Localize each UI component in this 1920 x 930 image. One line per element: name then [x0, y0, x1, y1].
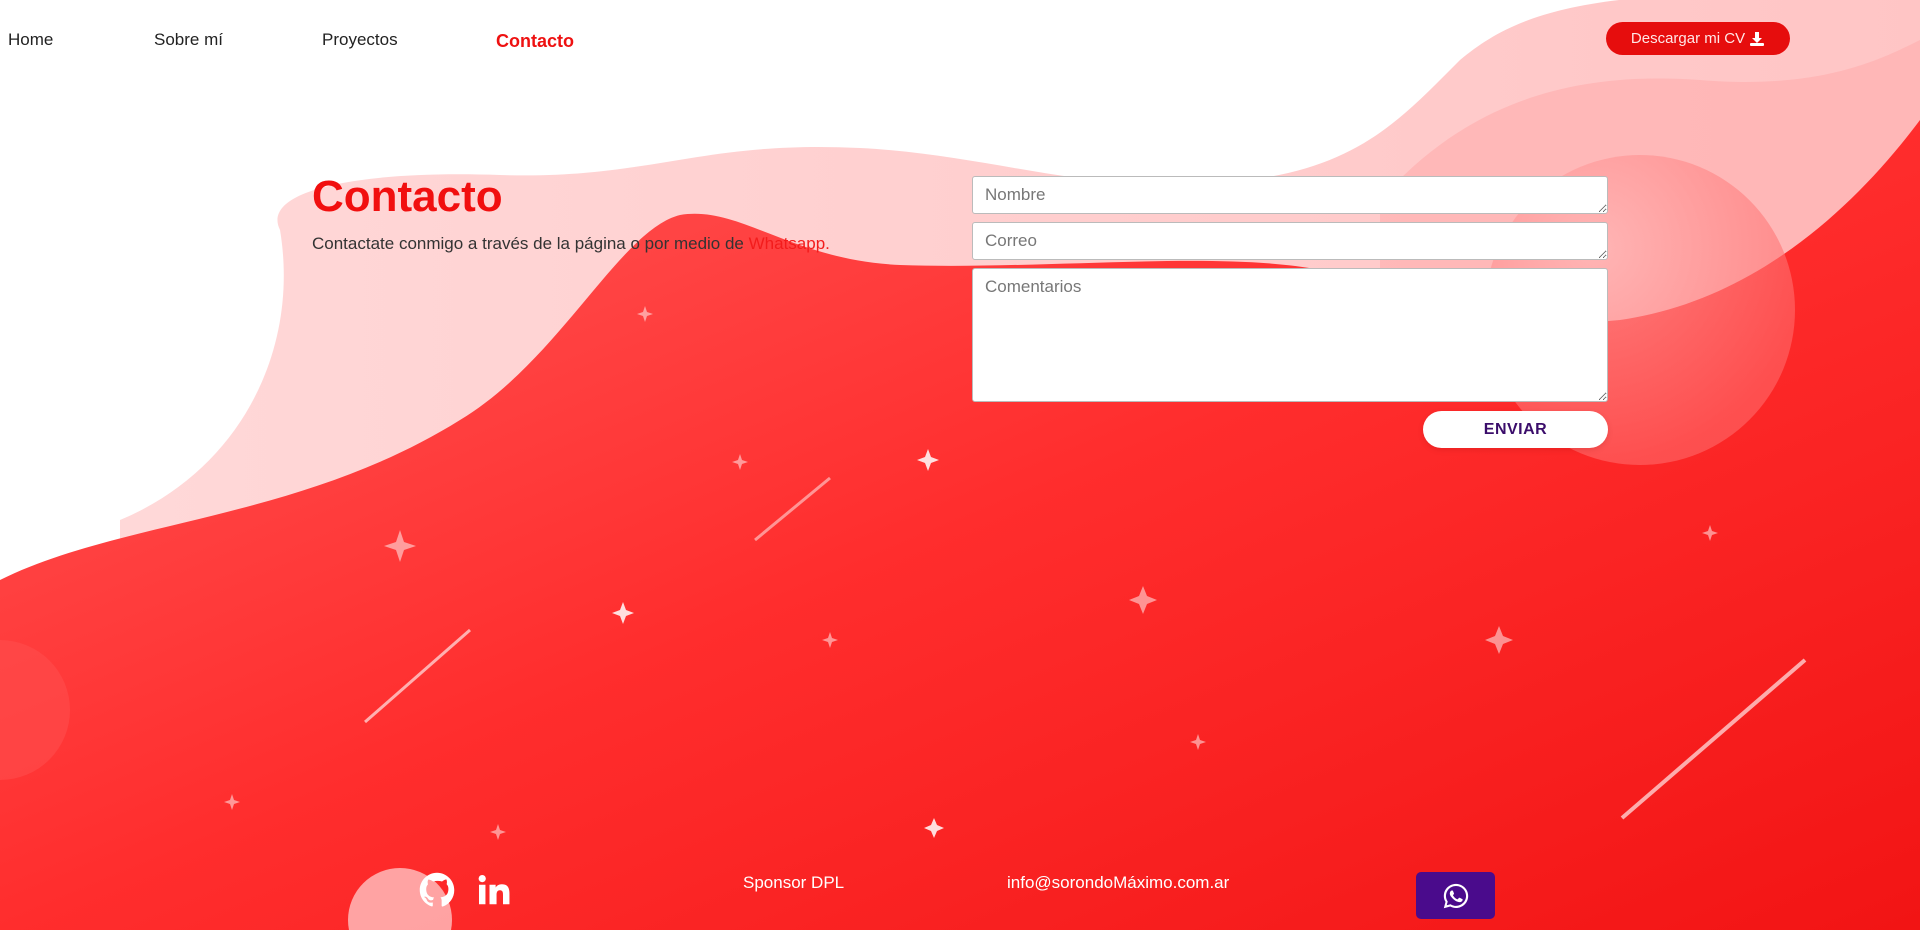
- whatsapp-link[interactable]: Whatsapp.: [749, 234, 830, 253]
- download-cv-label: Descargar mi CV: [1630, 30, 1746, 47]
- nav-projects[interactable]: Proyectos: [322, 30, 398, 50]
- page-title: Contacto: [312, 172, 503, 221]
- nav-home[interactable]: Home: [8, 30, 53, 50]
- footer-email[interactable]: info@sorondoMáximo.com.ar: [1007, 873, 1229, 893]
- email-field[interactable]: [972, 222, 1608, 260]
- whatsapp-icon: [1443, 883, 1468, 908]
- contact-subtitle: Contactate conmigo a través de la página…: [312, 234, 830, 254]
- name-field[interactable]: [972, 176, 1608, 214]
- contact-subtitle-text: Contactate conmigo a través de la página…: [312, 234, 744, 253]
- download-icon: [1750, 31, 1765, 46]
- linkedin-icon: [478, 875, 510, 905]
- nav-contact[interactable]: Contacto: [496, 31, 574, 52]
- download-cv-button[interactable]: Descargar mi CV: [1606, 22, 1790, 55]
- send-button[interactable]: ENVIAR: [1423, 411, 1608, 448]
- whatsapp-button[interactable]: [1416, 872, 1495, 919]
- comments-field[interactable]: [972, 268, 1608, 402]
- sponsor-link[interactable]: Sponsor DPL: [743, 873, 844, 893]
- nav-about[interactable]: Sobre mí: [154, 30, 223, 50]
- linkedin-link[interactable]: [474, 870, 514, 910]
- github-icon: [419, 872, 455, 907]
- github-link[interactable]: [417, 870, 457, 910]
